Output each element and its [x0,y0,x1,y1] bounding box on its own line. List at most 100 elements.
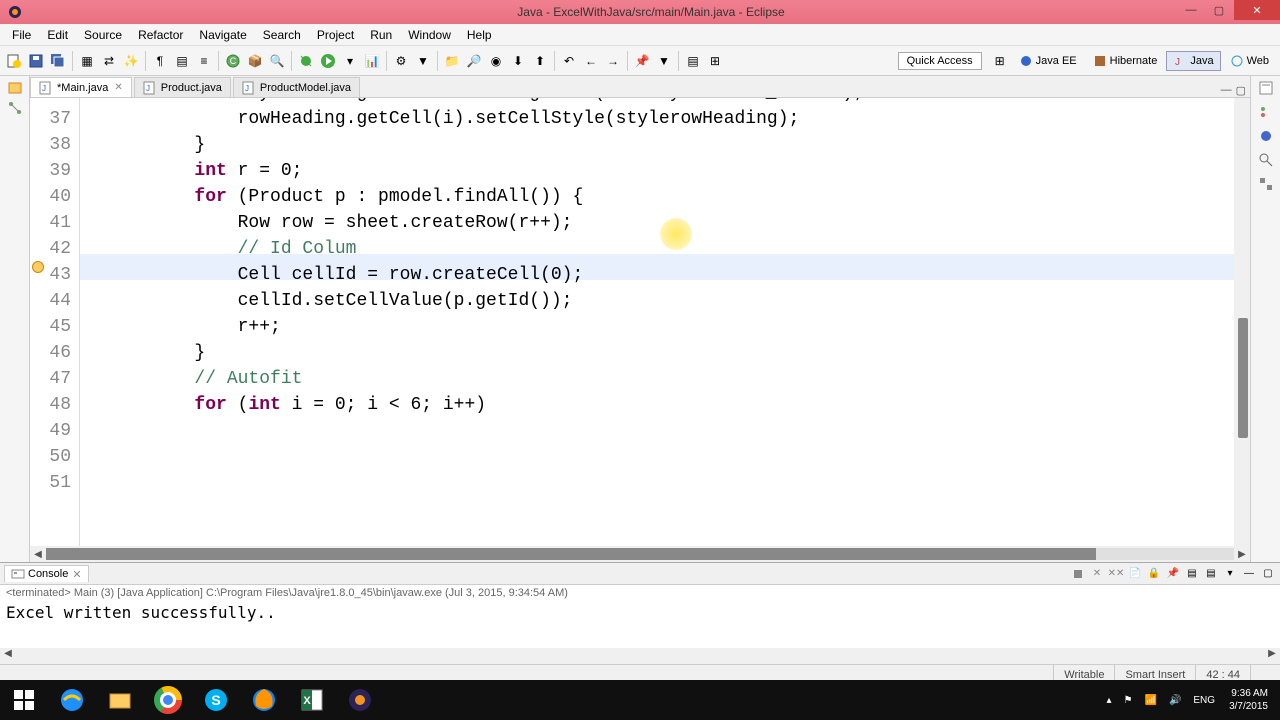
menu-window[interactable]: Window [400,26,459,44]
menu-refactor[interactable]: Refactor [130,26,191,44]
minimize-console-icon[interactable]: — [1241,566,1257,582]
display-console-button[interactable]: ▤ [1184,566,1200,582]
run-last-button[interactable]: ▾ [340,51,360,71]
scrollbar-thumb[interactable] [1238,318,1248,438]
debug-button[interactable] [296,51,316,71]
maximize-console-icon[interactable]: ▢ [1260,566,1276,582]
terminate-button[interactable] [1070,566,1086,582]
open-type-button[interactable]: 🔍 [267,51,287,71]
horizontal-scrollbar[interactable]: ◀ ▶ [30,546,1250,562]
tray-action-center-icon[interactable]: ⚑ [1118,695,1139,706]
pin-console-button[interactable]: 📌 [1165,566,1181,582]
outline-icon[interactable] [1258,104,1274,120]
remove-all-button[interactable]: ✕✕ [1108,566,1124,582]
new-server-button[interactable]: ⚙ [391,51,411,71]
new-console-button[interactable]: ▾ [1222,566,1238,582]
menu-run[interactable]: Run [362,26,400,44]
new-class-button[interactable]: C [223,51,243,71]
back-button[interactable]: ← [581,51,601,71]
menu-navigate[interactable]: Navigate [191,26,254,44]
mark-occurrences-button[interactable]: ≡ [194,51,214,71]
tab-close-icon[interactable]: ✕ [114,82,122,93]
forward-button[interactable]: → [603,51,623,71]
clear-console-button[interactable]: 📄 [1127,566,1143,582]
tab-main-java[interactable]: J *Main.java ✕ [30,77,132,97]
perspective-java[interactable]: JJava [1166,51,1220,71]
run-button[interactable] [318,51,338,71]
scroll-left-icon[interactable]: ◀ [30,549,46,560]
taskbar-ie[interactable] [48,680,96,720]
hibernate-config-button[interactable]: ▼ [654,51,674,71]
save-button[interactable] [26,51,46,71]
code-body[interactable]: styleHeading.setVerticalAlignment(CellSt… [80,98,1234,546]
tab-productmodel-java[interactable]: J ProductModel.java [233,77,360,97]
tray-volume-icon[interactable]: 🔊 [1163,695,1187,706]
console-tab[interactable]: Console ✕ [4,565,89,582]
minimize-button[interactable]: — [1178,0,1204,20]
maximize-button[interactable]: ▢ [1206,0,1232,20]
vertical-scrollbar[interactable] [1234,98,1250,546]
breakpoints-icon[interactable] [1258,128,1274,144]
last-edit-button[interactable]: ↶ [559,51,579,71]
open-perspective-button[interactable]: ⊞ [990,51,1010,71]
scroll-lock-button[interactable]: 🔒 [1146,566,1162,582]
open-task-button[interactable]: 📁 [442,51,462,71]
annotation-button[interactable]: ◉ [486,51,506,71]
code-editor[interactable]: 36373839404142434445464748495051 styleHe… [30,98,1250,546]
console-close-icon[interactable]: ✕ [72,568,81,581]
open-console-button[interactable]: ▤ [1203,566,1219,582]
tray-clock[interactable]: 9:36 AM 3/7/2015 [1221,687,1276,713]
warning-annotation-icon[interactable] [32,261,44,273]
open-persp-button[interactable]: ⊞ [705,51,725,71]
save-all-button[interactable] [48,51,68,71]
show-view-button[interactable]: ▤ [683,51,703,71]
block-selection-button[interactable]: ▤ [172,51,192,71]
console-hscroll[interactable]: ◀ ▶ [0,648,1280,664]
start-button[interactable] [0,680,48,720]
scroll-right-icon[interactable]: ▶ [1234,549,1250,560]
search-button[interactable]: 🔎 [464,51,484,71]
console-scroll-right[interactable]: ▶ [1264,648,1280,664]
wand-button[interactable]: ✨ [121,51,141,71]
toggle-breadcrumb-button[interactable]: ▦ [77,51,97,71]
menu-edit[interactable]: Edit [39,26,76,44]
console-output[interactable]: Excel written successfully.. [0,601,1280,648]
package-explorer-icon[interactable] [7,80,23,96]
quick-access-field[interactable]: Quick Access [898,52,982,70]
link-editor-button[interactable]: ⇄ [99,51,119,71]
pin-button[interactable]: 📌 [632,51,652,71]
menu-search[interactable]: Search [255,26,309,44]
taskbar-eclipse[interactable] [336,680,384,720]
task-list-icon[interactable] [1258,80,1274,96]
maximize-editor-icon[interactable]: ▢ [1236,84,1246,97]
perspective-web[interactable]: Web [1223,51,1276,71]
menu-project[interactable]: Project [309,26,362,44]
prev-annotation-button[interactable]: ⬆ [530,51,550,71]
show-whitespace-button[interactable]: ¶ [150,51,170,71]
tab-product-java[interactable]: J Product.java [134,77,231,97]
menu-help[interactable]: Help [459,26,500,44]
templates-icon[interactable] [1258,176,1274,192]
hierarchy-icon[interactable] [7,100,23,116]
taskbar-excel[interactable]: X [288,680,336,720]
minimize-editor-icon[interactable]: — [1221,84,1232,97]
close-button[interactable]: ✕ [1234,0,1280,20]
menu-file[interactable]: File [4,26,39,44]
menu-source[interactable]: Source [76,26,130,44]
hscroll-thumb[interactable] [46,548,1096,560]
next-annotation-button[interactable]: ⬇ [508,51,528,71]
search-view-icon[interactable] [1258,152,1274,168]
perspective-javaee[interactable]: Java EE [1012,51,1084,71]
taskbar-chrome[interactable] [144,680,192,720]
console-scroll-left[interactable]: ◀ [0,648,16,664]
new-button[interactable] [4,51,24,71]
taskbar-explorer[interactable] [96,680,144,720]
taskbar-firefox[interactable] [240,680,288,720]
perspective-hibernate[interactable]: Hibernate [1086,51,1165,71]
coverage-button[interactable]: 📊 [362,51,382,71]
taskbar-skype[interactable]: S [192,680,240,720]
remove-launch-button[interactable]: ✕ [1089,566,1105,582]
tray-network-icon[interactable]: 📶 [1138,695,1162,706]
tray-chevron-icon[interactable]: ▴ [1100,695,1117,706]
new-package-button[interactable]: 📦 [245,51,265,71]
